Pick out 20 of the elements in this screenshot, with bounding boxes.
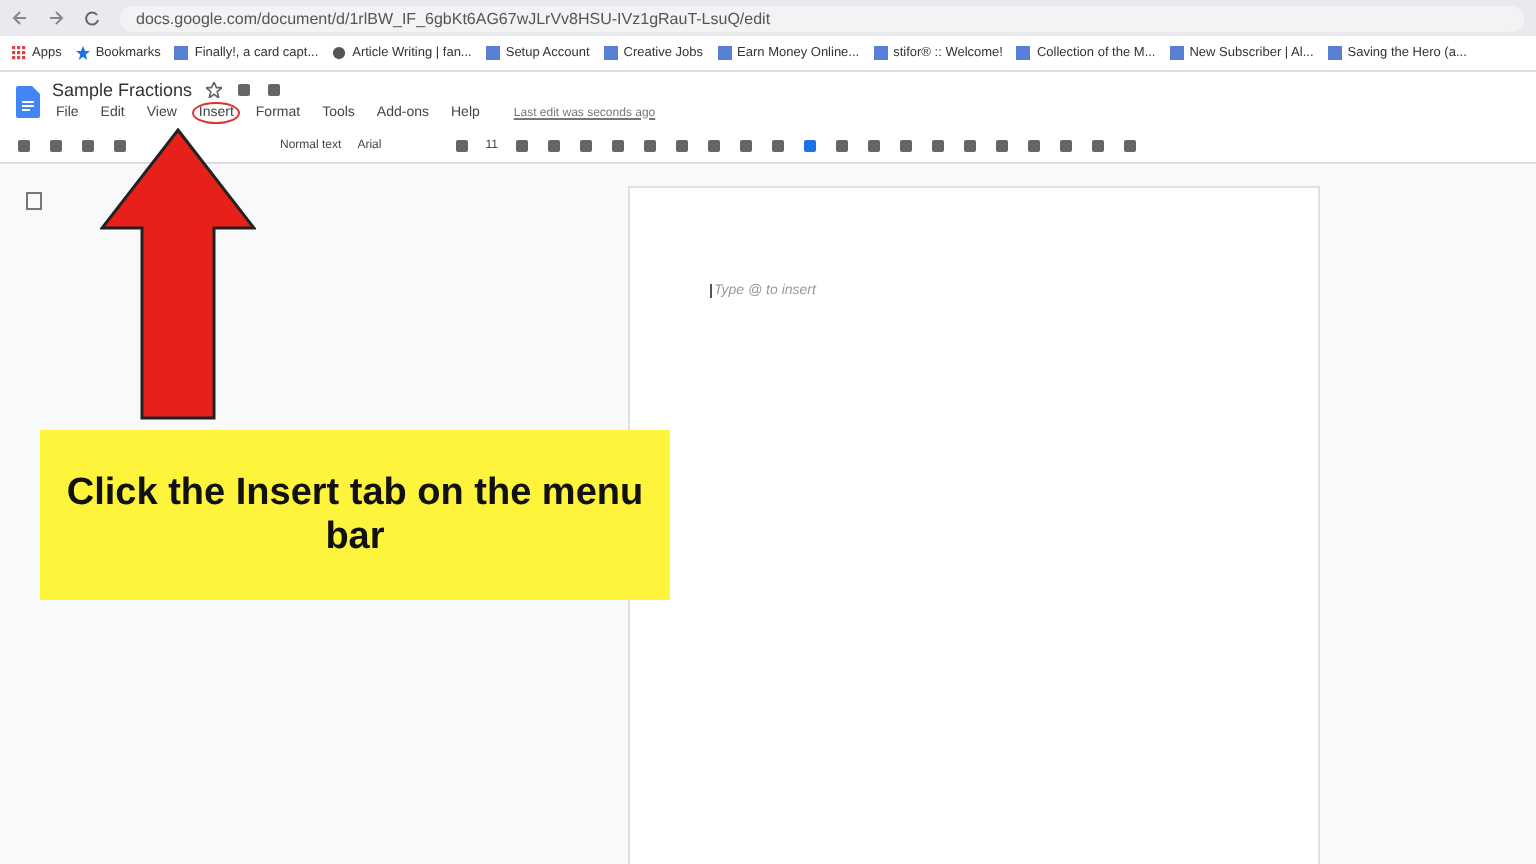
site-icon bbox=[717, 46, 732, 60]
outline-icon[interactable] bbox=[26, 192, 42, 210]
site-icon bbox=[174, 46, 189, 60]
forward-icon[interactable] bbox=[48, 10, 64, 26]
document-title[interactable]: Sample Fractions bbox=[52, 80, 193, 100]
site-icon bbox=[603, 46, 618, 60]
site-icon bbox=[1327, 46, 1342, 60]
site-icon bbox=[1169, 46, 1184, 60]
globe-icon bbox=[332, 46, 347, 60]
site-icon bbox=[873, 46, 888, 60]
site-icon bbox=[485, 46, 500, 60]
star-icon bbox=[75, 46, 90, 60]
address-bar[interactable]: docs.google.com/document/d/1rlBW_IF_6gbKt6AG67wJLrVv8HSU-IVz1gRauT-LsuQ/edit bbox=[120, 5, 1524, 31]
apps-grid-icon bbox=[12, 46, 26, 60]
star-icon[interactable] bbox=[206, 82, 223, 98]
callout-text: Click the Insert tab on the menu bar bbox=[40, 430, 670, 600]
docs-logo-icon[interactable] bbox=[16, 85, 40, 117]
back-icon[interactable] bbox=[12, 10, 28, 26]
site-icon bbox=[1016, 46, 1031, 60]
reload-icon[interactable] bbox=[84, 10, 100, 26]
